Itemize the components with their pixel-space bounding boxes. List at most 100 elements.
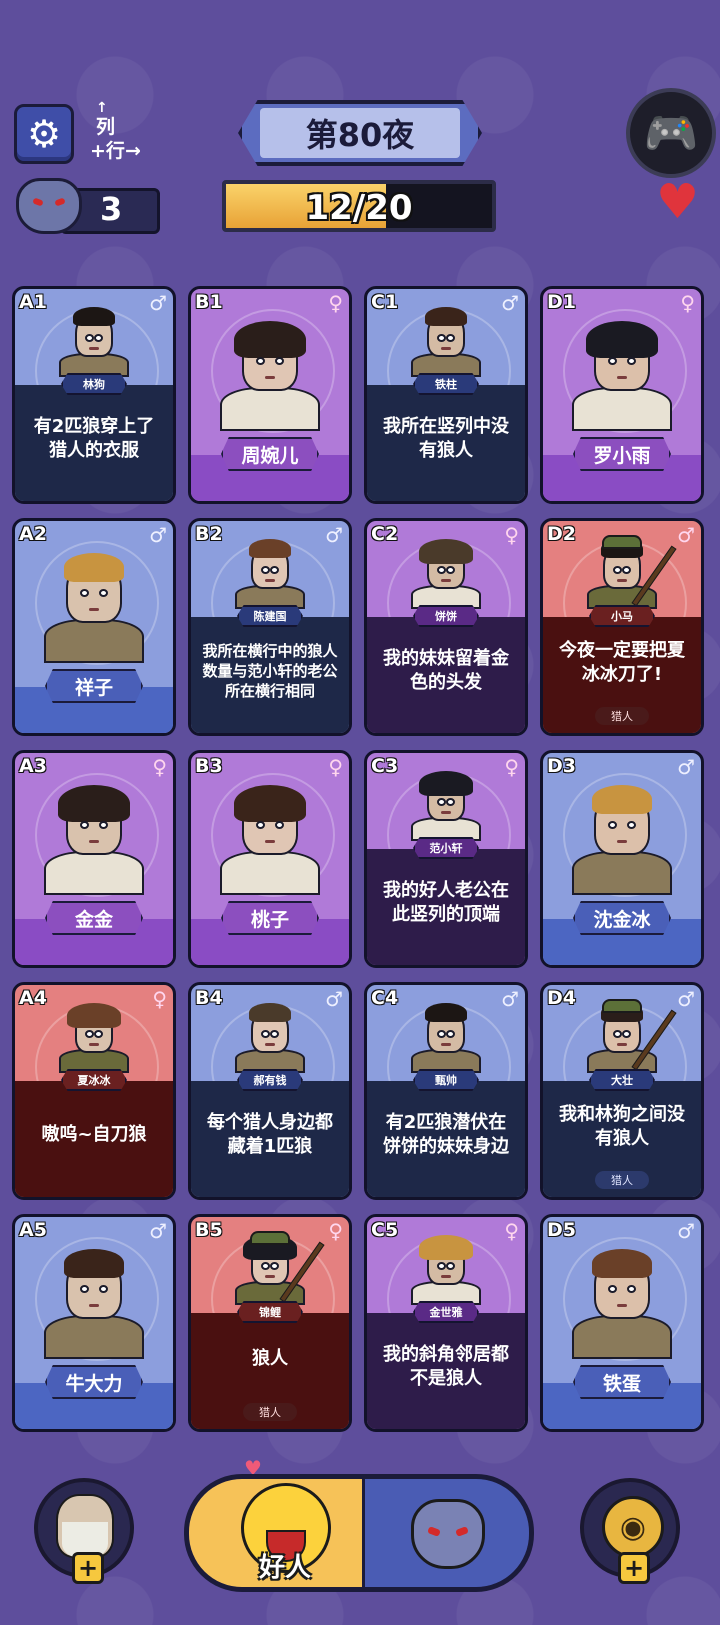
- old-man-icon: [56, 1494, 114, 1558]
- character-card[interactable]: D5 ♂ 铁蛋: [540, 1214, 704, 1432]
- wolf-icon: [16, 178, 82, 234]
- character-portrait: [425, 307, 467, 357]
- character-hair: [64, 553, 124, 582]
- character-card[interactable]: C2 ♀ 饼饼 我的妹妹留着金色的头发: [364, 518, 528, 736]
- gamepad-button[interactable]: 🎮: [626, 88, 716, 178]
- card-coordinate: A5: [19, 1219, 47, 1241]
- character-hair: [64, 1249, 124, 1278]
- character-card[interactable]: B3 ♀ 桃子: [188, 750, 352, 968]
- plus-icon: +: [72, 1552, 104, 1584]
- wolf-icon: [411, 1499, 485, 1569]
- character-card[interactable]: B2 ♂ 陈建国 我所在横行中的狼人数量与范小轩的老公所在横行相同: [188, 518, 352, 736]
- character-name: 大壮: [589, 1069, 655, 1091]
- progress-bar: 12/20: [222, 180, 496, 232]
- settings-button[interactable]: ⚙: [14, 104, 74, 164]
- character-hair: [592, 785, 652, 814]
- character-card[interactable]: C3 ♀ 范小轩 我的好人老公在此竖列的顶端: [364, 750, 528, 968]
- mouth: [617, 1303, 627, 1307]
- role-tag: 猎人: [243, 1403, 297, 1421]
- mouth: [265, 1043, 275, 1047]
- role-toggle[interactable]: 好人: [184, 1474, 534, 1592]
- character-card[interactable]: D1 ♀ 罗小雨: [540, 286, 704, 504]
- character-hair: [592, 1249, 652, 1278]
- heart-icon[interactable]: ♥: [656, 178, 699, 226]
- clue-text: 有2匹狼潜伏在饼饼的妹妹身边: [367, 1081, 525, 1197]
- character-card[interactable]: D4 ♂ 大壮 我和林狗之间没有狼人 猎人: [540, 982, 704, 1200]
- character-card[interactable]: A2 ♂ 祥子: [12, 518, 176, 736]
- character-torso: [572, 851, 672, 895]
- wolf-count-value: 3: [100, 190, 123, 228]
- character-name: 夏冰冰: [61, 1069, 127, 1091]
- character-card[interactable]: D3 ♂ 沈金冰: [540, 750, 704, 968]
- male-icon: ♂: [149, 1219, 167, 1243]
- character-hair: [249, 539, 291, 559]
- col-row-toggle[interactable]: ↑ 列 +行→: [90, 100, 160, 162]
- eye: [98, 1284, 108, 1293]
- eye: [608, 1284, 618, 1293]
- character-torso: [220, 387, 320, 431]
- card-coordinate: C3: [371, 755, 399, 777]
- character-card[interactable]: D2 ♂ 小马 今夜一定要把夏冰冰刀了! 猎人: [540, 518, 704, 736]
- reveal-eye-button[interactable]: ◉ +: [580, 1478, 680, 1584]
- character-card[interactable]: C5 ♀ 金世雅 我的斜角邻居都不是狼人: [364, 1214, 528, 1432]
- eye: [98, 820, 108, 829]
- male-icon: ♂: [677, 523, 695, 547]
- character-portrait: [419, 539, 473, 589]
- card-coordinate: A3: [19, 755, 47, 777]
- male-icon: ♂: [325, 987, 343, 1011]
- female-icon: ♀: [328, 755, 343, 779]
- character-name: 金金: [45, 901, 143, 935]
- eye: [626, 820, 636, 829]
- character-card[interactable]: A5 ♂ 牛大力: [12, 1214, 176, 1432]
- character-card[interactable]: C4 ♂ 甄帅 有2匹狼潜伏在饼饼的妹妹身边: [364, 982, 528, 1200]
- character-portrait: [592, 1249, 652, 1319]
- character-portrait: [425, 1003, 467, 1053]
- eye: [269, 1029, 279, 1038]
- character-card[interactable]: C1 ♂ 铁柱 我所在竖列中没有狼人: [364, 286, 528, 504]
- character-name: 铁蛋: [573, 1365, 671, 1399]
- character-torso: [44, 1315, 144, 1359]
- character-name: 甄帅: [413, 1069, 479, 1091]
- character-hair: [425, 307, 467, 327]
- character-card[interactable]: B5 ♀ 锦鲤 狼人 猎人: [188, 1214, 352, 1432]
- card-coordinate: D4: [547, 987, 576, 1009]
- female-icon: ♀: [504, 755, 519, 779]
- eye: [93, 333, 103, 342]
- mouth: [617, 375, 627, 379]
- clue-text: 我所在横行中的狼人数量与范小轩的老公所在横行相同: [191, 617, 349, 733]
- card-coordinate: C1: [371, 291, 399, 313]
- mouth: [89, 1303, 99, 1307]
- character-card[interactable]: A3 ♀ 金金: [12, 750, 176, 968]
- eye-icon: ◉: [602, 1496, 664, 1558]
- hint-advisor-button[interactable]: +: [34, 1478, 134, 1584]
- character-name: 周婉儿: [221, 437, 319, 471]
- eye: [274, 820, 284, 829]
- clue-text: 我的好人老公在此竖列的顶端: [367, 849, 525, 965]
- character-card[interactable]: A4 ♀ 夏冰冰 嗷呜~自刀狼: [12, 982, 176, 1200]
- character-name: 桃子: [221, 901, 319, 935]
- character-portrait: [419, 1235, 473, 1285]
- good-side[interactable]: 好人: [189, 1479, 365, 1587]
- character-portrait: [419, 771, 473, 821]
- eye: [445, 565, 455, 574]
- eye: [445, 333, 455, 342]
- character-portrait: [249, 1003, 291, 1053]
- character-torso: [572, 1315, 672, 1359]
- character-card[interactable]: A1 ♂ 林狗 有2匹狼穿上了猎人的衣服: [12, 286, 176, 504]
- character-hair: [73, 307, 115, 327]
- character-card[interactable]: B4 ♂ 郝有钱 每个猎人身边都藏着1匹狼: [188, 982, 352, 1200]
- eye: [608, 356, 618, 365]
- character-name: 罗小雨: [573, 437, 671, 471]
- mouth: [617, 579, 627, 583]
- character-portrait: [73, 307, 115, 357]
- eye: [80, 1284, 90, 1293]
- card-coordinate: B3: [195, 755, 223, 777]
- eye: [621, 1029, 631, 1038]
- mouth: [265, 839, 275, 843]
- male-icon: ♂: [501, 987, 519, 1011]
- character-card[interactable]: B1 ♀ 周婉儿: [188, 286, 352, 504]
- character-hair: [67, 1003, 121, 1029]
- mouth: [441, 347, 451, 351]
- clue-text: 我的妹妹留着金色的头发: [367, 617, 525, 733]
- eye: [626, 1284, 636, 1293]
